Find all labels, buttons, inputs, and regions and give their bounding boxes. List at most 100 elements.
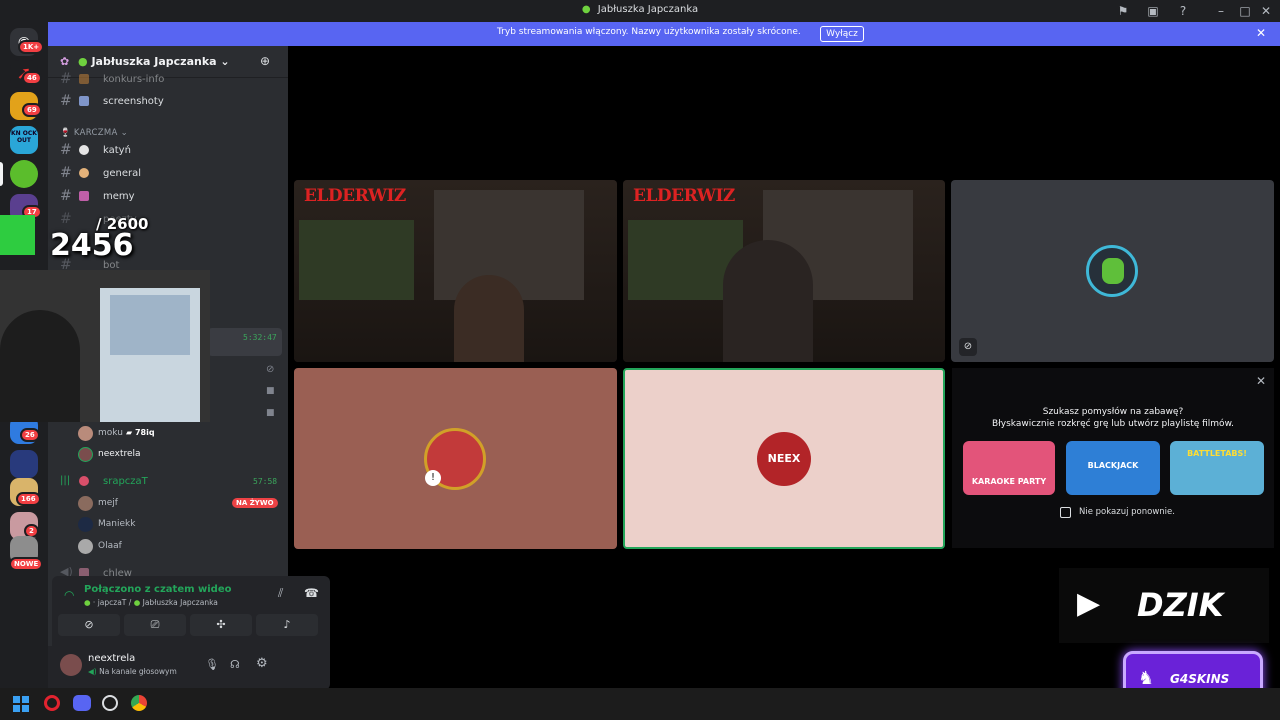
boar-icon: ▶ [1077,586,1101,621]
game-card-battletabs[interactable]: BATTLETABS! [1170,441,1264,495]
voice-channel-srapczat[interactable]: ||| srapczaT 57:58 [48,472,288,492]
game-card-karaoke[interactable]: KARAOKE PARTY [963,441,1055,495]
activities-button[interactable]: ✣ [190,614,252,636]
video-icon-2: ■ [266,408,275,418]
strawberry-icon [79,476,89,486]
activity-suggestion-panel: ✕ Szukasz pomysłów na zabawę? Błyskawicz… [952,368,1274,548]
server-icon-5[interactable] [10,450,38,478]
gift-icon [79,74,89,84]
user-panel: neextrela ◀) Na kanale głosowym 🎙 ☊ ⚙ [48,646,288,688]
frog-icon [1102,258,1124,284]
dzik-text: DZIK [1137,586,1224,624]
sea-view [110,295,190,355]
help-icon[interactable]: ? [1175,3,1191,19]
streamer-silhouette [0,310,80,422]
apple-icon: ● [581,4,591,15]
windows-start-icon[interactable] [13,696,29,712]
dzik-sponsor-logo: ▶ DZIK [1059,568,1269,643]
server-name: ● Jabłuszka Japczanka ⌄ [78,55,230,68]
disconnect-icon[interactable]: ☎ [304,586,319,600]
user-avatar-5: NEEX [757,432,811,486]
avatar [78,426,93,441]
inbox-flag-icon[interactable]: ⚑ [1115,3,1131,19]
channel-memy[interactable]: # memy [48,187,288,207]
streamer-webcam [0,270,210,422]
soundboard-button[interactable]: ♪ [256,614,318,636]
game-card-blackjack[interactable]: BLACKJACK [1066,441,1160,495]
obs-icon[interactable] [102,695,118,711]
text-channel-icon: # [60,188,72,204]
channel-konkurs-info[interactable]: # konkurs-info [48,70,288,90]
terrarium [299,220,414,300]
channel-screenshoty[interactable]: # screenshoty [48,92,288,112]
category-karczma[interactable]: 🍷 KARCZMA ⌄ [60,128,128,138]
server-icon-knockout[interactable]: KN OCK OUT [10,126,38,154]
user-avatar[interactable] [60,654,82,676]
video-tile-4[interactable]: ! [294,368,617,549]
server-badge-5: 166 [16,492,41,506]
camera-off-button[interactable]: ⊘ [58,614,120,636]
voice-timer-2: 57:58 [253,477,278,486]
new-badge: NOWE [9,557,44,571]
voice-user-olaaf[interactable]: Olaaf [76,537,286,557]
suggestion-line-1: Szukasz pomysłów na zabawę? [1042,407,1184,417]
channel-general[interactable]: # general [48,164,288,184]
dont-show-checkbox[interactable] [1060,507,1071,518]
camera-icon [79,96,89,106]
voice-user-maniekk[interactable]: Maniekk [76,515,286,535]
screen-share-button[interactable]: ⎚ [124,614,186,636]
video-tile-2[interactable]: ELDERWIZ [623,180,945,362]
channel-katyn[interactable]: # katyń [48,141,288,161]
streamer-mode-notice: Tryb streamowania włączony. Nazwy użytko… [48,22,1280,46]
noise-suppression-icon[interactable]: ⫽ [278,586,283,601]
chrome-icon[interactable] [131,695,147,711]
status-icon: ! [425,470,441,486]
user-status: ◀) Na kanale głosowym [88,667,177,676]
invite-people-icon[interactable]: ⊕ [260,54,270,68]
server-boost-icon: ✿ [60,55,70,68]
voice-status[interactable]: Połączono z czatem wideo [84,584,232,595]
cookie-icon [79,168,89,178]
close-notice-icon[interactable]: ✕ [1256,26,1266,40]
signal-icon: ◠ [64,588,75,602]
text-channel-icon: # [60,93,72,109]
settings-gear-icon[interactable]: ⚙ [256,656,268,671]
close-window-icon[interactable]: ✕ [1258,3,1274,19]
video-tile-1[interactable]: ELDERWIZ [294,180,617,362]
voice-user-moku[interactable]: moku ▰ 78iq [76,424,286,444]
headphones-icon[interactable]: ☊ [230,658,240,671]
dont-show-label: Nie pokazuj ponownie. [1079,507,1175,517]
muted-mic-icon: ⊘ [959,338,977,356]
counter-value: 2456 [50,228,134,263]
windows-taskbar [0,688,1280,720]
person [454,275,524,362]
disable-streamer-mode-button[interactable]: Wyłącz [820,26,864,42]
channel-poezty[interactable]: # poezty [48,210,288,230]
voice-user-neextrela[interactable]: neextrela [76,445,286,465]
minimize-icon[interactable]: – [1213,3,1229,19]
close-suggestion-icon[interactable]: ✕ [1256,374,1266,388]
monitor-icon[interactable]: ▣ [1145,3,1161,19]
video-tile-5[interactable]: NEEX [623,368,945,549]
voice-user-mejf[interactable]: mejf NA ŻYWO [76,494,286,514]
text-channel-icon: # [60,71,72,87]
text-channel-icon: # [60,211,72,227]
suggestion-line-2: Błyskawicznie rozkręć grę lub utwórz pla… [992,419,1234,429]
g4skins-text: G4SKINS [1170,672,1230,686]
avatar [78,539,93,554]
video-tile-3[interactable]: ⊘ [951,180,1274,362]
window-titlebar: ● Jabłuszka Japczanka ⚑ ▣ ? – □ ✕ [0,0,1280,22]
frog-avatar [1086,245,1138,297]
microphone-icon[interactable]: 🎙 [205,658,219,671]
selected-server-pill [0,162,3,186]
opera-icon[interactable] [44,695,60,711]
avatar [78,496,93,511]
maximize-icon[interactable]: □ [1237,3,1253,19]
discord-taskbar-icon[interactable] [73,695,91,711]
brand-logo: ELDERWIZ [304,186,406,206]
server-icon-jabluszka[interactable] [10,160,38,188]
avatar [78,517,93,532]
home-badge: 1K+ [18,40,45,54]
window-title-text: Jabłuszka Japczanka [597,4,699,15]
person [723,240,813,362]
